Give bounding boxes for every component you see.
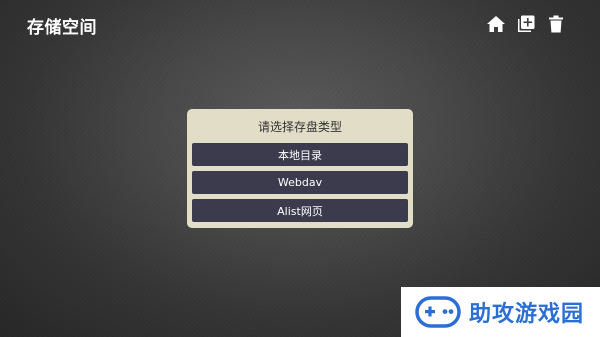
- storage-screen: 存储空间 请选择存盘类型 本地目录 Webdav Alist网页 助攻游戏园: [0, 0, 600, 337]
- header-toolbar: [486, 13, 566, 35]
- home-button[interactable]: [486, 13, 506, 35]
- storage-type-dialog: 请选择存盘类型 本地目录 Webdav Alist网页: [187, 109, 413, 228]
- option-local-directory[interactable]: 本地目录: [192, 143, 408, 166]
- add-library-icon: [516, 14, 536, 34]
- option-webdav[interactable]: Webdav: [192, 171, 408, 194]
- delete-button[interactable]: [546, 13, 566, 35]
- watermark: 助攻游戏园: [401, 287, 600, 337]
- add-storage-button[interactable]: [516, 13, 536, 35]
- option-alist[interactable]: Alist网页: [192, 199, 408, 222]
- gamepad-logo-icon: [415, 296, 461, 328]
- watermark-text: 助攻游戏园: [469, 302, 585, 327]
- home-icon: [486, 14, 506, 34]
- page-title: 存储空间: [27, 18, 97, 38]
- delete-icon: [546, 14, 566, 34]
- dialog-title: 请选择存盘类型: [257, 120, 342, 134]
